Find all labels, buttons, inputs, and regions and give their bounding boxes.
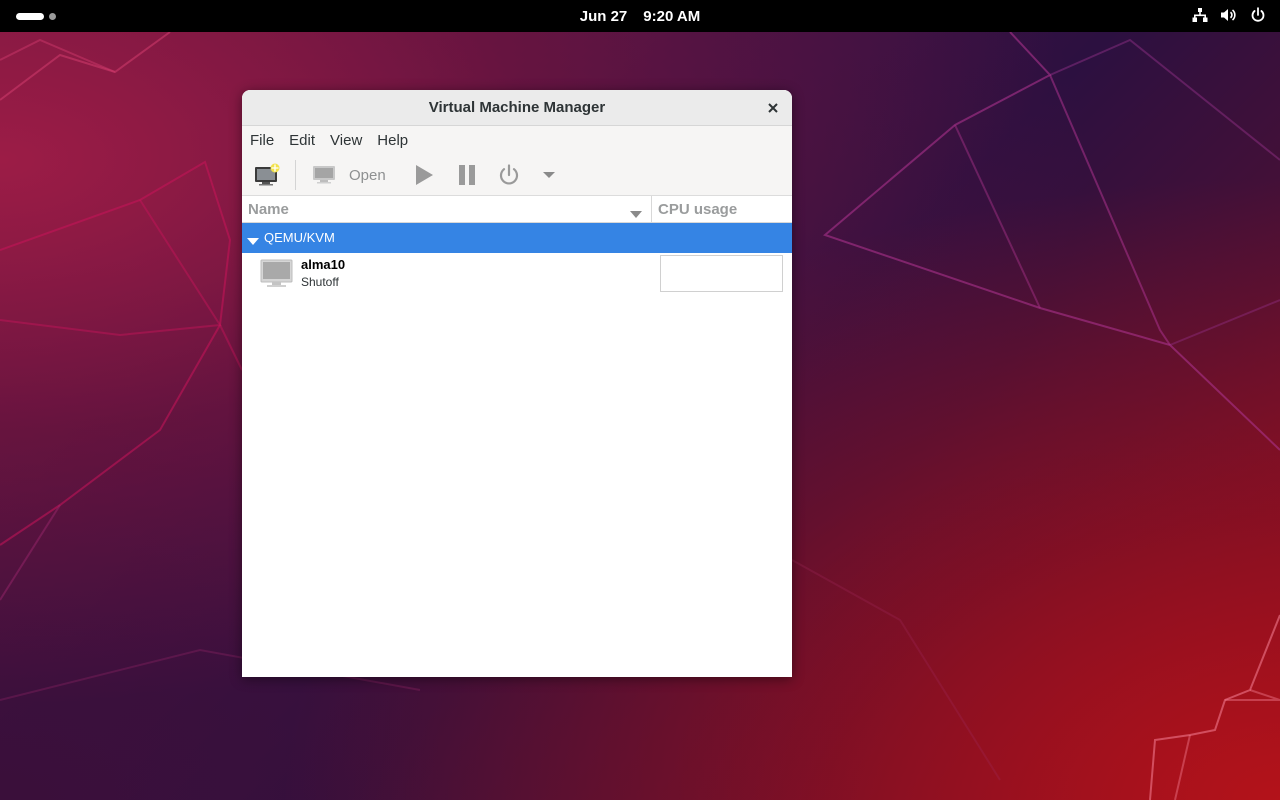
column-divider[interactable] [651,196,652,223]
menu-bar: File Edit View Help [242,126,792,154]
run-button[interactable] [412,163,436,187]
play-icon [416,165,433,185]
menu-file[interactable]: File [250,132,282,149]
expander-icon[interactable] [247,234,259,249]
clock-date: Jun 27 [579,7,628,25]
column-header-cpu-usage[interactable]: CPU usage [658,201,737,218]
cpu-usage-graph [660,255,783,292]
shutdown-menu-button[interactable] [539,166,559,184]
open-button[interactable]: Open [312,162,392,188]
menu-view[interactable]: View [330,132,370,149]
pause-button[interactable] [455,163,479,187]
open-label: Open [349,166,386,184]
network-wired-icon[interactable] [1192,7,1208,23]
vm-name: alma10 [301,257,346,272]
power-icon [499,164,519,185]
close-button[interactable] [762,97,784,119]
monitor-icon [313,166,335,184]
menu-help[interactable]: Help [377,132,416,149]
vm-row[interactable]: alma10 Shutoff [242,253,792,293]
vm-status: Shutoff [301,275,339,289]
sort-indicator-icon[interactable] [630,206,642,224]
new-vm-button[interactable] [252,162,282,188]
pause-icon [459,165,475,185]
column-header-name[interactable]: Name [248,201,289,218]
connection-group-row[interactable]: QEMU/KVM [242,223,792,253]
clock[interactable]: Jun 27 9:20 AM [0,0,1280,32]
clock-time: 9:20 AM [643,7,701,25]
virt-manager-window: Virtual Machine Manager File Edit View H… [242,90,792,677]
system-tray[interactable] [1192,7,1266,23]
toolbar-separator [295,160,296,190]
power-icon[interactable] [1250,7,1266,23]
top-bar: Jun 27 9:20 AM [0,0,1280,32]
window-titlebar[interactable]: Virtual Machine Manager [242,90,792,126]
new-vm-icon [255,163,280,186]
menu-edit[interactable]: Edit [289,132,323,149]
toolbar: Open [242,154,792,196]
column-headers: Name CPU usage [242,196,792,223]
volume-icon[interactable] [1220,7,1238,23]
connection-label: QEMU/KVM [264,230,335,245]
close-icon [768,103,778,113]
monitor-icon [260,259,293,294]
shutdown-button[interactable] [497,163,521,187]
chevron-down-icon [543,172,555,178]
window-title: Virtual Machine Manager [428,99,606,116]
